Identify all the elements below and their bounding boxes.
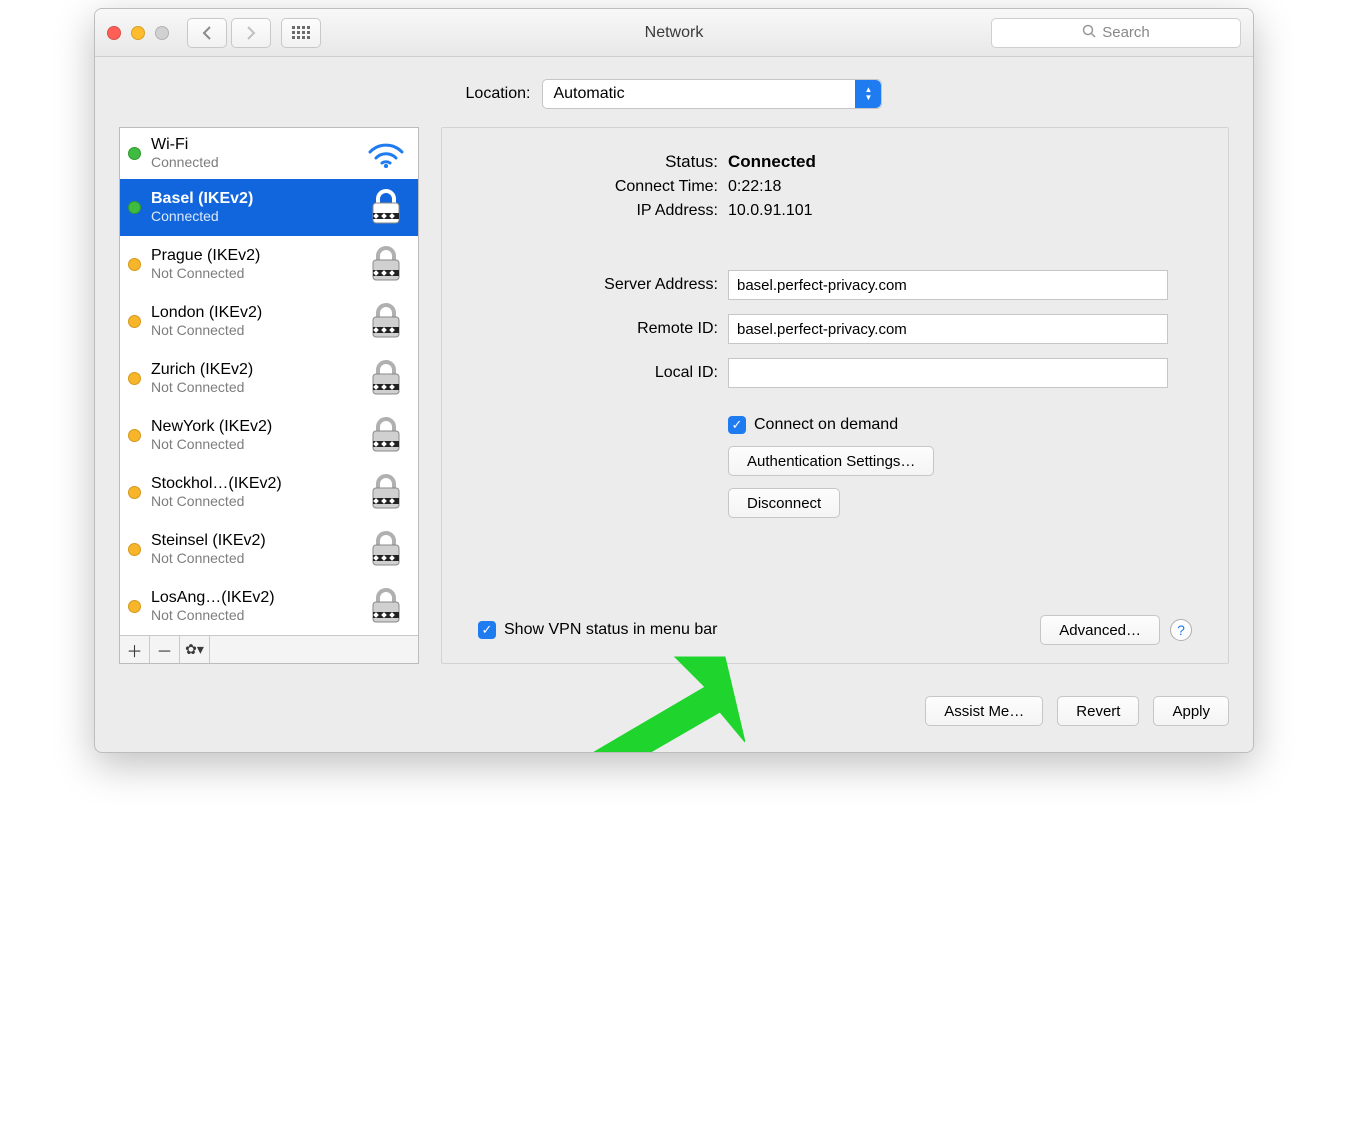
search-input[interactable]: Search — [991, 18, 1241, 48]
service-row[interactable]: LosAng…(IKEv2)Not Connected — [120, 578, 418, 635]
status-dot-icon — [128, 201, 141, 214]
status-value: Connected — [728, 152, 816, 172]
content: Wi-FiConnectedBasel (IKEv2)Connected Pra… — [95, 127, 1253, 682]
disconnect-button[interactable]: Disconnect — [728, 488, 840, 518]
service-list[interactable]: Wi-FiConnectedBasel (IKEv2)Connected Pra… — [120, 128, 418, 635]
connect-on-demand-label: Connect on demand — [754, 416, 898, 434]
status-block: Status: Connected Connect Time: 0:22:18 … — [478, 152, 1192, 226]
status-dot-icon — [128, 258, 141, 271]
location-select[interactable]: Automatic ▲▼ — [542, 79, 882, 109]
remote-id-input[interactable] — [728, 314, 1168, 344]
detail-bottom-row: ✓ Show VPN status in menu bar Advanced… … — [478, 615, 1192, 645]
connect-on-demand-row[interactable]: ✓ Connect on demand — [728, 416, 1192, 434]
service-row[interactable]: Prague (IKEv2)Not Connected — [120, 236, 418, 293]
service-action-menu[interactable]: ✿▾ — [180, 636, 210, 663]
service-state: Not Connected — [151, 265, 354, 281]
show-all-button[interactable] — [281, 18, 321, 48]
zoom-window-button[interactable] — [155, 26, 169, 40]
advanced-button[interactable]: Advanced… — [1040, 615, 1160, 645]
service-row[interactable]: Steinsel (IKEv2)Not Connected — [120, 521, 418, 578]
service-name: Basel (IKEv2) — [151, 190, 354, 208]
remote-id-label: Remote ID: — [478, 320, 718, 338]
lock-icon — [364, 244, 408, 284]
titlebar: Network Search — [95, 9, 1253, 57]
search-icon — [1082, 24, 1096, 42]
detail-panel: Status: Connected Connect Time: 0:22:18 … — [441, 127, 1229, 664]
connect-on-demand-checkbox[interactable]: ✓ — [728, 416, 746, 434]
service-state: Not Connected — [151, 550, 354, 566]
forward-button[interactable] — [231, 18, 271, 48]
add-service-button[interactable]: ＋ — [120, 636, 150, 663]
service-name: Steinsel (IKEv2) — [151, 532, 354, 550]
location-value: Automatic — [553, 85, 624, 103]
status-dot-icon — [128, 600, 141, 613]
traffic-lights — [107, 26, 169, 40]
lock-icon — [364, 358, 408, 398]
authentication-settings-button[interactable]: Authentication Settings… — [728, 446, 934, 476]
connect-time-label: Connect Time: — [478, 178, 718, 196]
remove-service-button[interactable]: － — [150, 636, 180, 663]
lock-icon — [364, 529, 408, 569]
service-state: Not Connected — [151, 322, 354, 338]
status-dot-icon — [128, 315, 141, 328]
show-vpn-status-label: Show VPN status in menu bar — [504, 621, 717, 639]
select-stepper-icon: ▲▼ — [855, 80, 881, 108]
form-rows: Server Address: Remote ID: Local ID: — [478, 270, 1192, 402]
service-state: Not Connected — [151, 379, 354, 395]
service-name: NewYork (IKEv2) — [151, 418, 354, 436]
footer: Assist Me… Revert Apply — [95, 682, 1253, 752]
service-row[interactable]: Wi-FiConnected — [120, 128, 418, 179]
service-state: Connected — [151, 208, 354, 224]
local-id-input[interactable] — [728, 358, 1168, 388]
apply-button[interactable]: Apply — [1153, 696, 1229, 726]
service-sidebar: Wi-FiConnectedBasel (IKEv2)Connected Pra… — [119, 127, 419, 664]
lock-icon — [364, 301, 408, 341]
service-state: Not Connected — [151, 493, 354, 509]
wifi-icon — [364, 138, 408, 168]
location-label: Location: — [466, 85, 531, 103]
service-name: Wi-Fi — [151, 136, 354, 154]
status-dot-icon — [128, 429, 141, 442]
status-label: Status: — [478, 152, 718, 172]
service-state: Not Connected — [151, 436, 354, 452]
minimize-window-button[interactable] — [131, 26, 145, 40]
lock-icon — [364, 187, 408, 227]
service-row[interactable]: London (IKEv2)Not Connected — [120, 293, 418, 350]
lock-icon — [364, 415, 408, 455]
service-row[interactable]: Stockhol…(IKEv2)Not Connected — [120, 464, 418, 521]
location-row: Location: Automatic ▲▼ — [95, 57, 1253, 127]
status-dot-icon — [128, 372, 141, 385]
service-name: Prague (IKEv2) — [151, 247, 354, 265]
back-button[interactable] — [187, 18, 227, 48]
lock-icon — [364, 472, 408, 512]
search-placeholder: Search — [1102, 24, 1150, 41]
service-state: Connected — [151, 154, 354, 170]
service-row[interactable]: Basel (IKEv2)Connected — [120, 179, 418, 236]
server-address-label: Server Address: — [478, 276, 718, 294]
service-row[interactable]: Zurich (IKEv2)Not Connected — [120, 350, 418, 407]
help-button[interactable]: ? — [1170, 619, 1192, 641]
service-toolbar: ＋ － ✿▾ — [120, 635, 418, 663]
ip-address-label: IP Address: — [478, 202, 718, 220]
service-name: LosAng…(IKEv2) — [151, 589, 354, 607]
service-name: Zurich (IKEv2) — [151, 361, 354, 379]
network-preferences-window: Network Search Location: Automatic ▲▼ Wi… — [94, 8, 1254, 753]
status-dot-icon — [128, 543, 141, 556]
close-window-button[interactable] — [107, 26, 121, 40]
service-row[interactable]: NewYork (IKEv2)Not Connected — [120, 407, 418, 464]
ip-address-value: 10.0.91.101 — [728, 202, 813, 220]
connect-time-value: 0:22:18 — [728, 178, 781, 196]
lock-icon — [364, 586, 408, 626]
status-dot-icon — [128, 486, 141, 499]
assist-me-button[interactable]: Assist Me… — [925, 696, 1043, 726]
status-dot-icon — [128, 147, 141, 160]
show-vpn-status-checkbox[interactable]: ✓ — [478, 621, 496, 639]
server-address-input[interactable] — [728, 270, 1168, 300]
revert-button[interactable]: Revert — [1057, 696, 1139, 726]
nav-buttons — [187, 18, 271, 48]
local-id-label: Local ID: — [478, 364, 718, 382]
service-name: London (IKEv2) — [151, 304, 354, 322]
service-name: Stockhol…(IKEv2) — [151, 475, 354, 493]
service-state: Not Connected — [151, 607, 354, 623]
